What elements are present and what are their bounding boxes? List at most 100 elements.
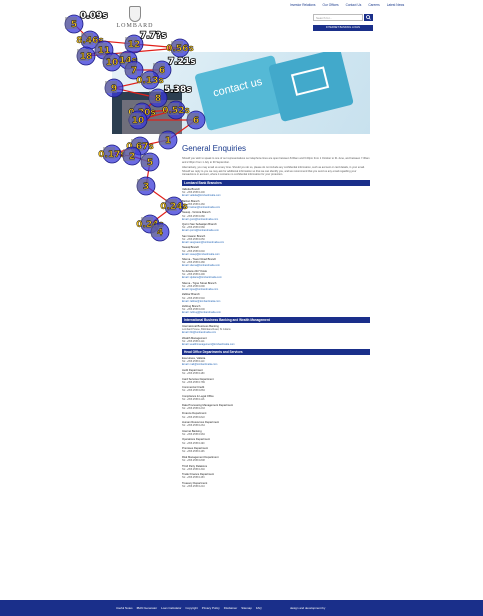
branches-heading: Lombard Bank Branches: [182, 179, 370, 186]
contact-entry: International Business Banking Lombard Ho…: [182, 325, 370, 334]
gaze-marker-number: 0.67s: [126, 142, 154, 152]
gaze-marker-circle: [102, 144, 122, 164]
footer: Useful Notes IBAN Generator Loan Calculato…: [0, 600, 483, 616]
gaze-marker-circle: [122, 146, 142, 166]
contact-entry: Wealth Management Tel: +356 2558 1114 Emai…: [182, 337, 370, 346]
top-nav-our-offices[interactable]: Our Offices: [323, 3, 339, 7]
gaze-marker: 0.24s: [136, 214, 164, 234]
contact-email-link[interactable]: Email: balzan@lombardmalta.com: [182, 206, 370, 209]
search-icon: [366, 15, 371, 20]
intro-paragraph: Should you wish to speak to one of our r…: [182, 157, 370, 164]
branches-list: Valletta Branch Tel: +356 2558 1400 Email:…: [182, 188, 370, 314]
top-nav-contact-us[interactable]: Contact Us: [346, 3, 362, 7]
contact-phone: Tel: +356 2558 1789: [182, 380, 205, 384]
gaze-marker: 50.09s: [64, 10, 108, 34]
gaze-marker: 18: [76, 46, 96, 66]
contact-entry: Valletta Branch Tel: +356 2558 1400 Email:…: [182, 188, 370, 197]
contact-phone: Tel: +356 2558 1264: [182, 424, 205, 428]
top-nav-careers[interactable]: Careers: [368, 3, 379, 7]
gaze-marker-duration: 0.09s: [80, 11, 108, 21]
internet-banking-login-button[interactable]: INTERNET BANKING LOGIN: [313, 25, 373, 31]
contact-entry: Swieqi - Victoria Branch Tel: +356 2558 1…: [182, 211, 370, 220]
gaze-marker: 8.46s: [76, 30, 104, 50]
head-office-list: Executives, Valletta Tel: +356 2558 1110 E…: [182, 357, 370, 488]
footer-link[interactable]: Useful Notes: [116, 606, 133, 610]
footer-link[interactable]: FAQ: [256, 606, 262, 610]
search-button[interactable]: [364, 14, 373, 21]
footer-links: Useful Notes IBAN Generator Loan Calculato…: [116, 606, 262, 610]
gaze-marker-number: 8.46s: [76, 36, 104, 46]
contact-email-link[interactable]: Email: qormi@lombardmalta.com: [182, 229, 370, 232]
contact-entry: Audit Department Tel: +356 2558 1180: [182, 369, 370, 375]
contact-email-link[interactable]: Email: zebbug@lombardmalta.com: [182, 311, 370, 314]
search-input[interactable]: Search for...: [313, 14, 363, 21]
contact-entry: Premises Department Tel: +356 2558 1166: [182, 447, 370, 453]
site-logo[interactable]: LOMBARD: [112, 6, 158, 29]
contact-email-link[interactable]: Email: wealthmanagement@lombardmalta.com: [182, 343, 370, 346]
top-nav-latest-news[interactable]: Latest News: [387, 3, 405, 7]
contact-phone: Tel: +356 2558 1166: [182, 450, 205, 454]
gaze-marker-number: 5: [147, 158, 153, 168]
contact-email-link[interactable]: Email: zabbar@lombardmalta.com: [182, 300, 370, 303]
contact-entry: Compliance & Legal Office Tel: +356 2558 …: [182, 395, 370, 401]
gaze-marker-circle: [136, 176, 156, 196]
gaze-marker: 4: [150, 222, 170, 242]
gaze-marker-box: [151, 225, 163, 237]
contact-entry: Human Resources Department Tel: +356 2558…: [182, 421, 370, 427]
gaze-marker-box: [81, 33, 93, 45]
gaze-marker-number: 3: [143, 182, 149, 192]
gaze-marker-number: 4: [157, 228, 163, 238]
footer-link[interactable]: Copyright: [185, 606, 197, 610]
gaze-marker-box: [141, 217, 153, 229]
gaze-marker: 11: [94, 40, 114, 60]
gaze-marker-circle: [124, 34, 144, 54]
gaze-marker-circle: [76, 46, 96, 66]
contact-email-link[interactable]: Email: sangwann@lombardmalta.com: [182, 241, 370, 244]
gaze-marker-circle: [94, 40, 114, 60]
contact-entry: Swieqi Branch Tel: +356 2558 1640 Email: s…: [182, 246, 370, 255]
logo-text: LOMBARD: [116, 23, 154, 29]
top-nav-investor-relations[interactable]: Investor Relations: [290, 3, 316, 7]
gaze-marker: 3: [136, 176, 156, 196]
hero-contact-text: contact us: [211, 75, 264, 100]
footer-link[interactable]: Disclaimer: [224, 606, 238, 610]
contact-entry: Treasury Department Tel: +356 2558 1210: [182, 482, 370, 488]
contact-email-link[interactable]: Email: tigne@lombardmalta.com: [182, 288, 370, 291]
contact-entry: Third Party Relations Tel: +356 2558 1340: [182, 465, 370, 471]
gaze-marker-circle: [164, 196, 184, 216]
gaze-marker-number: 18: [80, 52, 93, 62]
contact-entry: Zabbar Branch Tel: +356 2558 1540 Email: z…: [182, 293, 370, 302]
contact-email-link[interactable]: Email: valletta@lombardmalta.com: [182, 194, 370, 197]
gaze-marker-number: 5: [71, 20, 77, 30]
contact-email-link[interactable]: Email: swieqi@lombardmalta.com: [182, 253, 370, 256]
envelope-icon: [290, 66, 330, 96]
contact-email-link[interactable]: Email: sliema@lombardmalta.com: [182, 264, 370, 267]
contact-phone: Tel: +356 2558 1884: [182, 389, 205, 393]
gaze-marker-box: [137, 179, 149, 191]
gaze-marker: 0.67s: [126, 136, 154, 156]
footer-link[interactable]: IBAN Generator: [137, 606, 158, 610]
logo-crest-icon: [129, 6, 141, 22]
footer-link[interactable]: Sitemap: [241, 606, 252, 610]
gaze-marker-duration: 7.7?s: [140, 31, 167, 41]
contact-phone: Tel: +356 2558 1153: [182, 476, 205, 480]
hero-shadow: [122, 100, 182, 134]
footer-link[interactable]: Privacy Policy: [202, 606, 220, 610]
gaze-marker-number: 2: [129, 152, 135, 162]
contact-email-link[interactable]: Email: ibb@lombardmalta.com: [182, 331, 370, 334]
footer-link[interactable]: Loan Calculator: [161, 606, 181, 610]
gaze-marker: 2: [122, 146, 142, 166]
contact-entry: St Julians 24/7 Kiosk Tel: +356 2558 1490…: [182, 270, 370, 279]
intro-paragraph: Alternatively, you may email us at any t…: [182, 166, 365, 177]
contact-email-link[interactable]: Email: stjulians@lombardmalta.com: [182, 276, 370, 279]
hero-banner: contact us: [112, 52, 370, 134]
contact-email-link[interactable]: Email: mail@lombardmalta.com: [182, 363, 370, 366]
gaze-marker-box: [95, 43, 107, 55]
page-title: General Enquiries: [182, 144, 247, 153]
contact-email-link[interactable]: Email: gozo@lombardmalta.com: [182, 218, 370, 221]
contact-phone: Tel: +356 2558 1210: [182, 485, 205, 489]
intro: Should you wish to speak to one of our r…: [182, 157, 370, 177]
contact-phone: Tel: +356 2558 1190: [182, 441, 205, 445]
contact-phone: Tel: +356 2558 1984: [182, 432, 205, 436]
gaze-marker-number: 12: [128, 40, 141, 50]
